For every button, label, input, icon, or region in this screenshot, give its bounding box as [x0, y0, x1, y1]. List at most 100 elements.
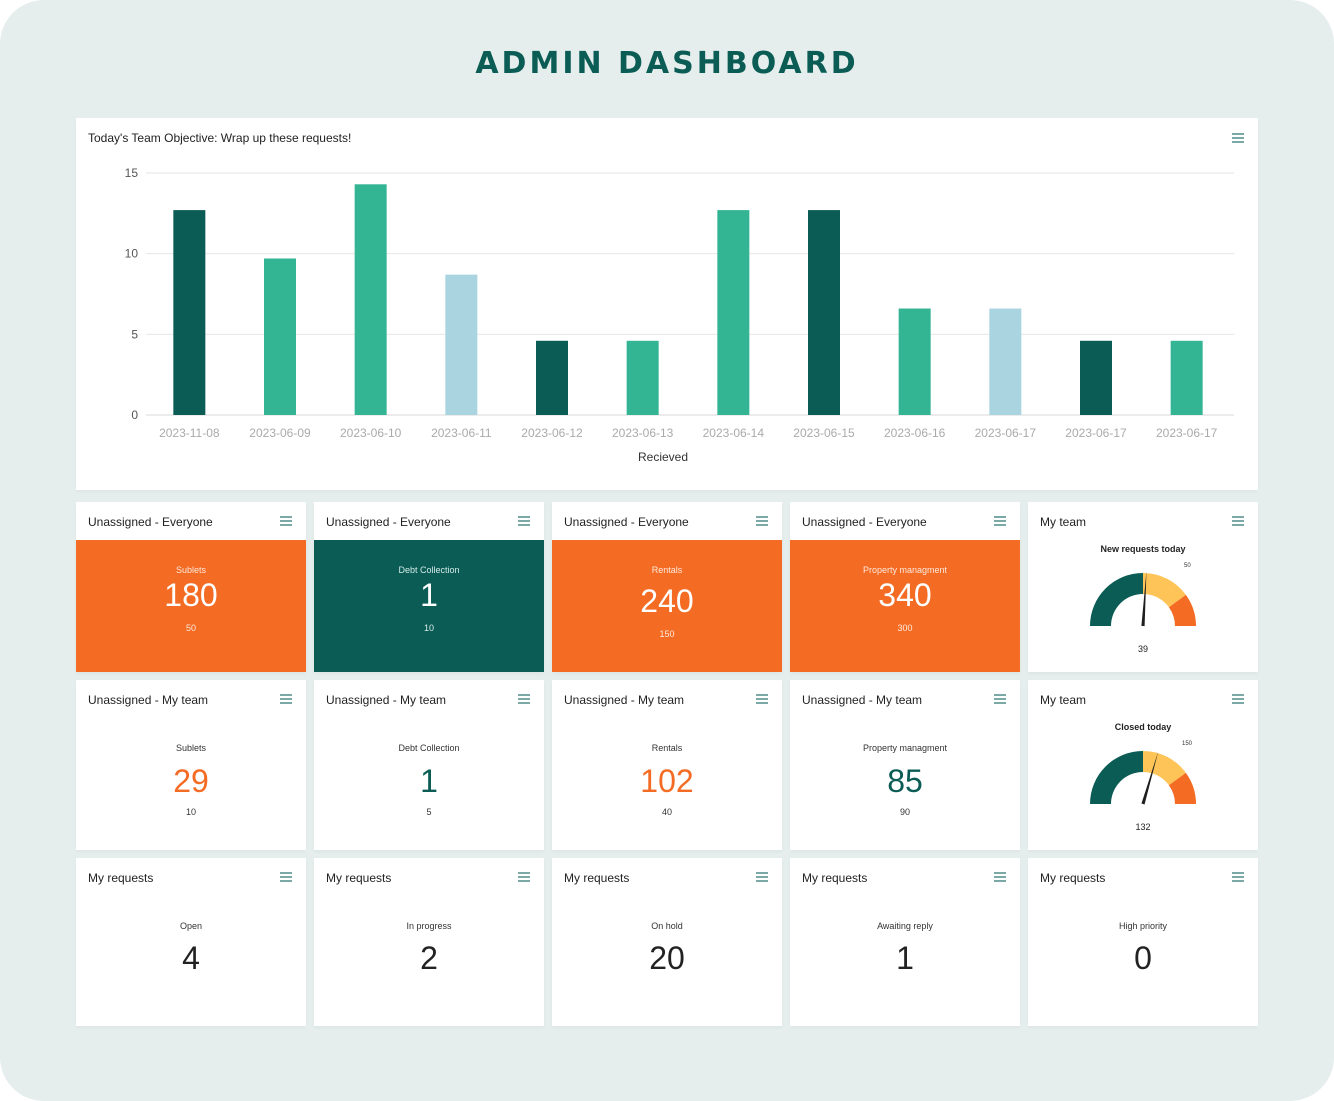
bar[interactable]	[989, 308, 1022, 415]
bar[interactable]	[626, 340, 659, 415]
stat-label: Sublets	[175, 565, 207, 575]
stat-label: Sublets	[175, 743, 207, 753]
bar-chart: 0 5 10 15 2023-11-08 2023-06-09 2023-06-10 202…	[125, 166, 1234, 464]
stat-value: 240	[640, 583, 694, 619]
hamburger-menu-icon[interactable]	[756, 694, 768, 704]
unassigned-everyone-card: Unassigned - Everyone Debt Collection 1 10	[314, 502, 544, 672]
stat-tile[interactable]: Rentals 240 150	[552, 540, 782, 672]
y-tick-label: 0	[131, 408, 138, 422]
y-tick-label: 10	[125, 247, 139, 261]
unassigned-everyone-card: Unassigned - Everyone Sublets 180 50	[76, 502, 306, 672]
card-title: Unassigned - Everyone	[802, 515, 927, 529]
hamburger-menu-icon[interactable]	[994, 872, 1006, 882]
hamburger-menu-icon[interactable]	[518, 516, 530, 526]
request-status-label: Open	[179, 921, 203, 931]
stat-target: 50	[185, 623, 196, 633]
request-status-label: In progress	[406, 921, 452, 931]
x-tick-label: 2023-06-17	[1065, 426, 1127, 440]
card-title: Unassigned - My team	[326, 693, 447, 707]
card-title: Unassigned - Everyone	[326, 515, 451, 529]
card-title: My requests	[88, 871, 154, 885]
stat-tile[interactable]: Property managment 85 90	[790, 718, 1020, 850]
stat-value: 85	[887, 763, 923, 799]
bar[interactable]	[1170, 340, 1203, 415]
x-tick-label: 2023-06-14	[703, 426, 765, 440]
request-count: 1	[896, 940, 914, 976]
my-requests-card[interactable]: My requests On hold 20	[552, 858, 782, 1026]
x-tick-label: 2023-11-08	[159, 426, 220, 440]
hamburger-menu-icon[interactable]	[756, 516, 768, 526]
bar[interactable]	[445, 274, 478, 415]
hamburger-menu-icon[interactable]	[518, 694, 530, 704]
bar[interactable]	[173, 210, 206, 415]
x-tick-label: 2023-06-10	[340, 426, 402, 440]
request-count: 2	[420, 940, 438, 976]
x-tick-label: 2023-06-16	[884, 426, 946, 440]
stat-value: 29	[173, 763, 209, 799]
x-tick-label: 2023-06-11	[431, 426, 492, 440]
request-count: 4	[182, 940, 200, 976]
stat-label: Debt Collection	[398, 565, 460, 575]
card-title: Unassigned - My team	[88, 693, 209, 707]
x-tick-label: 2023-06-17	[1156, 426, 1218, 440]
unassigned-everyone-card: Unassigned - Everyone Property managment 3…	[790, 502, 1020, 672]
stat-target: 10	[185, 807, 196, 817]
stat-tile[interactable]: Sublets 180 50	[76, 540, 306, 672]
hamburger-menu-icon[interactable]	[518, 872, 530, 882]
card-title: My requests	[1040, 871, 1106, 885]
hamburger-menu-icon[interactable]	[994, 516, 1006, 526]
bar[interactable]	[898, 308, 931, 415]
stat-tile[interactable]: Debt Collection 1 5	[314, 718, 544, 850]
stat-value: 1	[420, 763, 438, 799]
request-count: 0	[1134, 940, 1152, 976]
request-status-label: High priority	[1118, 921, 1167, 931]
stat-target: 150	[659, 629, 675, 639]
gauge-value: 39	[1137, 644, 1148, 654]
stat-tile[interactable]: Rentals 102 40	[552, 718, 782, 850]
stat-label: Rentals	[651, 743, 683, 753]
my-requests-card[interactable]: My requests Awaiting reply 1	[790, 858, 1020, 1026]
hamburger-menu-icon[interactable]	[280, 516, 292, 526]
unassigned-my-team-card: Unassigned - My team Property managment 85…	[790, 680, 1020, 850]
stat-value: 1	[420, 577, 438, 613]
unassigned-my-team-card: Unassigned - My team Sublets 29 10	[76, 680, 306, 850]
stat-value: 102	[640, 763, 694, 799]
hamburger-menu-icon[interactable]	[994, 694, 1006, 704]
gauge-value: 132	[1135, 822, 1151, 832]
my-team-gauge-card: My team New requests today 50 39	[1028, 502, 1258, 672]
bar[interactable]	[808, 210, 840, 415]
gauge-band-low	[1090, 573, 1143, 626]
team-objective-chart-card: Today's Team Objective: Wrap up these re…	[76, 118, 1258, 490]
x-tick-label: 2023-06-15	[793, 426, 855, 440]
stat-target: 300	[897, 623, 913, 633]
x-tick-label: 2023-06-13	[612, 426, 674, 440]
bar[interactable]	[1080, 340, 1112, 415]
my-requests-card[interactable]: My requests High priority 0	[1028, 858, 1258, 1026]
card-title: Unassigned - My team	[564, 693, 685, 707]
gauge-band-low	[1090, 751, 1143, 804]
stat-target: 5	[426, 807, 432, 817]
stat-tile[interactable]: Property managment 340 300	[790, 540, 1020, 672]
bar[interactable]	[264, 258, 296, 415]
hamburger-menu-icon[interactable]	[280, 694, 292, 704]
stat-label: Property managment	[862, 565, 948, 575]
hamburger-menu-icon[interactable]	[280, 872, 292, 882]
bar[interactable]	[536, 340, 568, 415]
x-tick-label: 2023-06-09	[249, 426, 311, 440]
hamburger-menu-icon[interactable]	[756, 872, 768, 882]
bar[interactable]	[717, 210, 750, 415]
stat-tile[interactable]: Debt Collection 1 10	[314, 540, 544, 672]
my-requests-card[interactable]: My requests In progress 2	[314, 858, 544, 1026]
bar[interactable]	[354, 184, 387, 415]
hamburger-menu-icon[interactable]	[1232, 872, 1244, 882]
stat-value: 340	[878, 577, 932, 613]
my-team-gauge-card: My team Closed today 150 132	[1028, 680, 1258, 850]
stat-label: Debt Collection	[398, 743, 460, 753]
x-tick-label: 2023-06-12	[521, 426, 583, 440]
stat-tile[interactable]: Sublets 29 10	[76, 718, 306, 850]
stat-target: 10	[423, 623, 434, 633]
stat-target: 40	[661, 807, 672, 817]
stat-label: Rentals	[651, 565, 683, 575]
my-requests-card[interactable]: My requests Open 4	[76, 858, 306, 1026]
stat-target: 90	[899, 807, 910, 817]
